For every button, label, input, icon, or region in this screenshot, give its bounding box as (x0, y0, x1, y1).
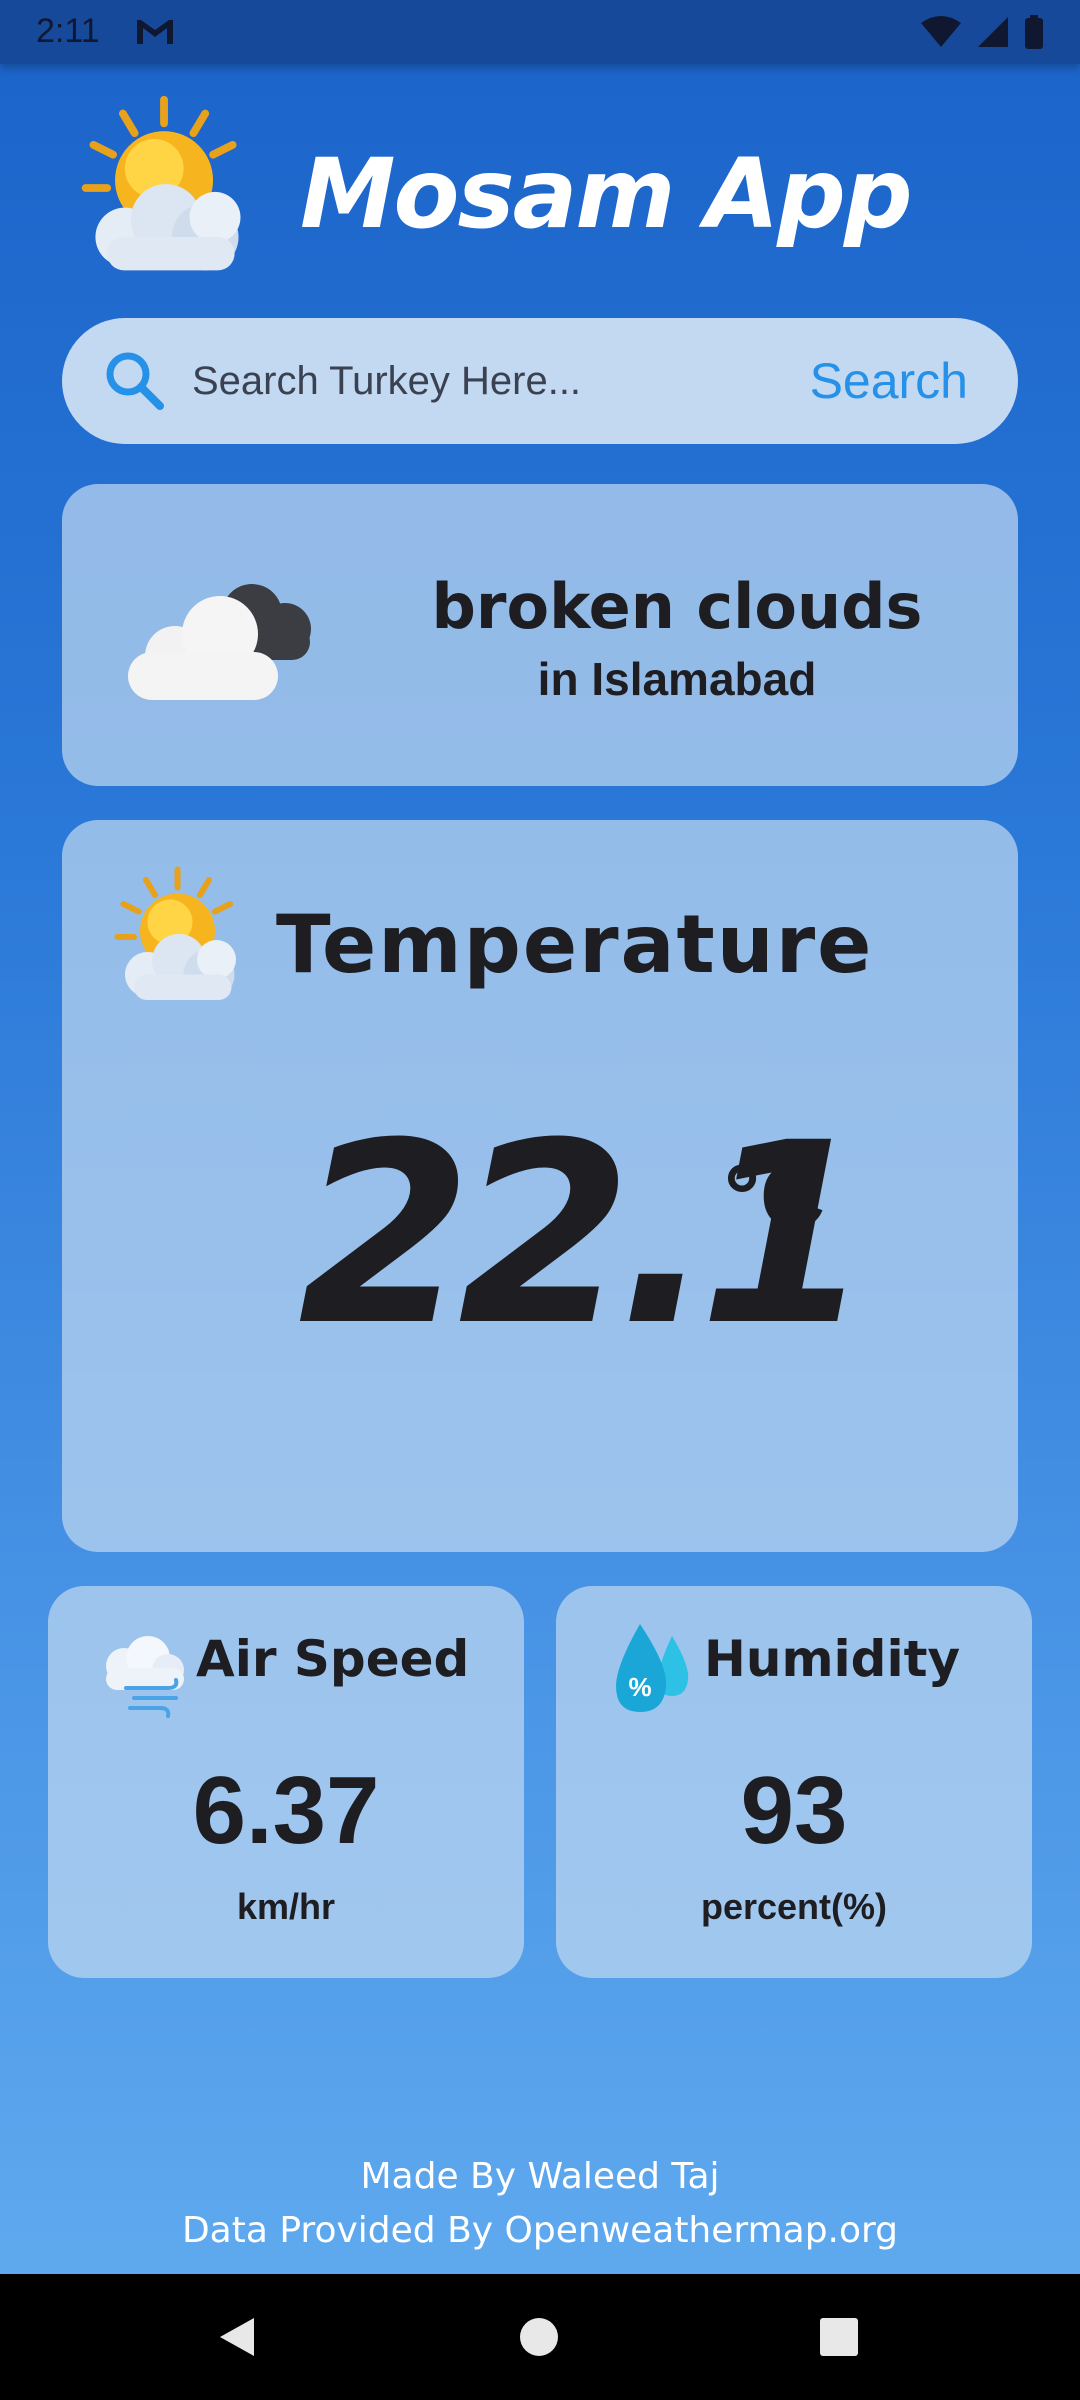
svg-text:%: % (628, 1672, 651, 1702)
home-icon[interactable] (514, 2312, 564, 2362)
app-title: Mosam App (300, 138, 913, 250)
air-speed-title: Air Speed (196, 1630, 470, 1688)
humidity-value: 93 (740, 1757, 848, 1864)
battery-icon (1025, 15, 1043, 49)
navigation-bar (0, 2274, 1080, 2400)
humidity-drop-icon: % (616, 1624, 689, 1712)
gmail-icon (137, 20, 173, 44)
condition-description: broken clouds (431, 570, 923, 643)
footer: Made By Waleed Taj Data Provided By Open… (0, 2150, 1080, 2258)
air-speed-unit: km/hr (236, 1886, 336, 1927)
temperature-unit: °C (724, 1147, 825, 1247)
recents-icon[interactable] (814, 2312, 864, 2362)
air-speed-card: Air Speed 6.37 km/hr (48, 1586, 524, 1978)
footer-data-source: Data Provided By Openweathermap.org (181, 2210, 899, 2251)
sun-cloud-icon (81, 95, 241, 271)
signal-icon (978, 17, 1008, 47)
air-speed-value: 6.37 (192, 1757, 380, 1864)
wifi-icon (921, 16, 961, 47)
humidity-unit: percent(%) (700, 1886, 888, 1927)
back-icon[interactable] (212, 2312, 262, 2362)
search-bar: Search (62, 318, 1018, 444)
sun-cloud-icon (114, 866, 236, 1000)
search-button[interactable]: Search (810, 348, 968, 414)
temperature-title: Temperature (276, 898, 874, 991)
status-icons (920, 14, 1044, 50)
condition-card: broken clouds in Islamabad (62, 484, 1018, 786)
search-input[interactable] (192, 346, 752, 416)
status-time: 2:11 (36, 12, 100, 50)
humidity-title: Humidity (704, 1630, 961, 1688)
search-icon (106, 352, 164, 410)
condition-location: in Islamabad (537, 653, 817, 705)
broken-clouds-icon (128, 584, 311, 700)
humidity-card: % Humidity 93 percent(%) (556, 1586, 1032, 1978)
wind-cloud-icon (106, 1636, 184, 1718)
status-bar: 2:11 (0, 0, 1080, 64)
footer-credit: Made By Waleed Taj (360, 2156, 720, 2197)
temperature-card: Temperature 22.1 °C (62, 820, 1018, 1552)
